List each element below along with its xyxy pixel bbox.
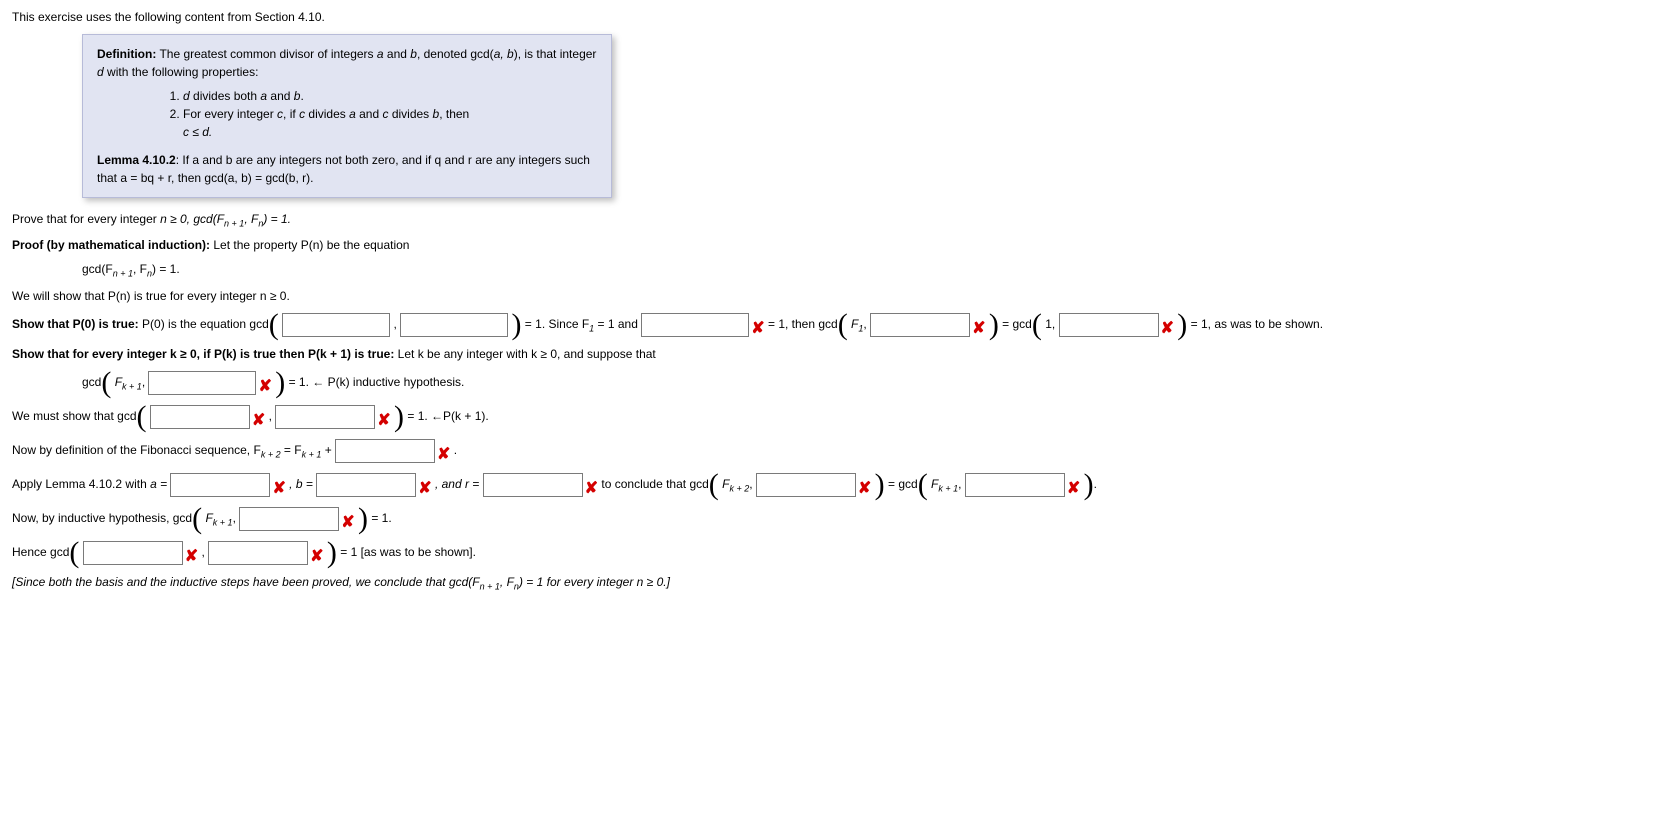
definition-paragraph: Definition: The greatest common divisor … [97, 45, 597, 81]
x-icon: ✘ [258, 379, 271, 395]
x-icon: ✘ [185, 549, 198, 565]
lemma-blank-b[interactable] [316, 473, 416, 497]
base-blank-1[interactable] [282, 313, 390, 337]
base-blank-2[interactable] [400, 313, 508, 337]
x-icon: ✘ [418, 481, 431, 497]
x-icon: ✘ [377, 413, 390, 429]
definition-label: Definition: [97, 47, 156, 61]
x-icon: ✘ [252, 413, 265, 429]
x-icon: ✘ [585, 481, 598, 497]
x-icon: ✘ [341, 515, 354, 531]
must-blank-1[interactable] [150, 405, 250, 429]
lemma-blank-a[interactable] [170, 473, 270, 497]
hence-blank-1[interactable] [83, 541, 183, 565]
proof-heading: Proof (by mathematical induction): Let t… [12, 238, 1654, 252]
ih-blank-1[interactable] [148, 371, 256, 395]
definition-box: Definition: The greatest common divisor … [82, 34, 612, 198]
lemma-blank-r[interactable] [483, 473, 583, 497]
definition-list: d divides both a and b. For every intege… [183, 87, 597, 141]
x-icon: ✘ [972, 321, 985, 337]
x-icon: ✘ [272, 481, 285, 497]
x-icon: ✘ [751, 321, 764, 337]
must-blank-2[interactable] [275, 405, 375, 429]
base-blank-3[interactable] [641, 313, 749, 337]
x-icon: ✘ [1161, 321, 1174, 337]
inductive-hypothesis: gcd( Fk + 1, ✘ ) = 1. ← P(k) inductive h… [82, 371, 1654, 395]
definition-item-1: d divides both a and b. [183, 87, 597, 105]
base-blank-4[interactable] [870, 313, 970, 337]
lemma-blank-c2[interactable] [965, 473, 1065, 497]
pn-equation: gcd(Fn + 1, Fn) = 1. [82, 262, 1654, 278]
right-paren-icon: ) [511, 308, 521, 341]
x-icon: ✘ [858, 481, 871, 497]
x-icon: ✘ [310, 549, 323, 565]
fib-blank-1[interactable] [335, 439, 435, 463]
now-by-ih: Now, by inductive hypothesis, gcd( Fk + … [12, 507, 1654, 531]
base-case: Show that P(0) is true: P(0) is the equa… [12, 313, 1654, 337]
conclusion: [Since both the basis and the inductive … [12, 575, 1654, 591]
left-paren-icon: ( [269, 308, 279, 341]
hence-blank-2[interactable] [208, 541, 308, 565]
show-all: We will show that P(n) is true for every… [12, 289, 1654, 303]
lemma-paragraph: Lemma 4.10.2: If a and b are any integer… [97, 151, 597, 187]
now-blank-1[interactable] [239, 507, 339, 531]
lemma-blank-c1[interactable] [756, 473, 856, 497]
hence-line: Hence gcd( ✘ , ✘ ) = 1 [as was to be sho… [12, 541, 1654, 565]
fibonacci-definition: Now by definition of the Fibonacci seque… [12, 439, 1654, 463]
lemma-label: Lemma 4.10.2 [97, 153, 176, 167]
definition-item-2: For every integer c, if c divides a and … [183, 105, 597, 141]
x-icon: ✘ [437, 447, 450, 463]
inductive-heading: Show that for every integer k ≥ 0, if P(… [12, 347, 1654, 361]
intro-text: This exercise uses the following content… [12, 10, 1654, 24]
base-blank-5[interactable] [1059, 313, 1159, 337]
apply-lemma: Apply Lemma 4.10.2 with a = ✘ , b = ✘ , … [12, 473, 1654, 497]
must-show: We must show that gcd( ✘ , ✘ ) = 1. ←P(k… [12, 405, 1654, 429]
x-icon: ✘ [1067, 481, 1080, 497]
prove-statement: Prove that for every integer n ≥ 0, gcd(… [12, 212, 1654, 228]
